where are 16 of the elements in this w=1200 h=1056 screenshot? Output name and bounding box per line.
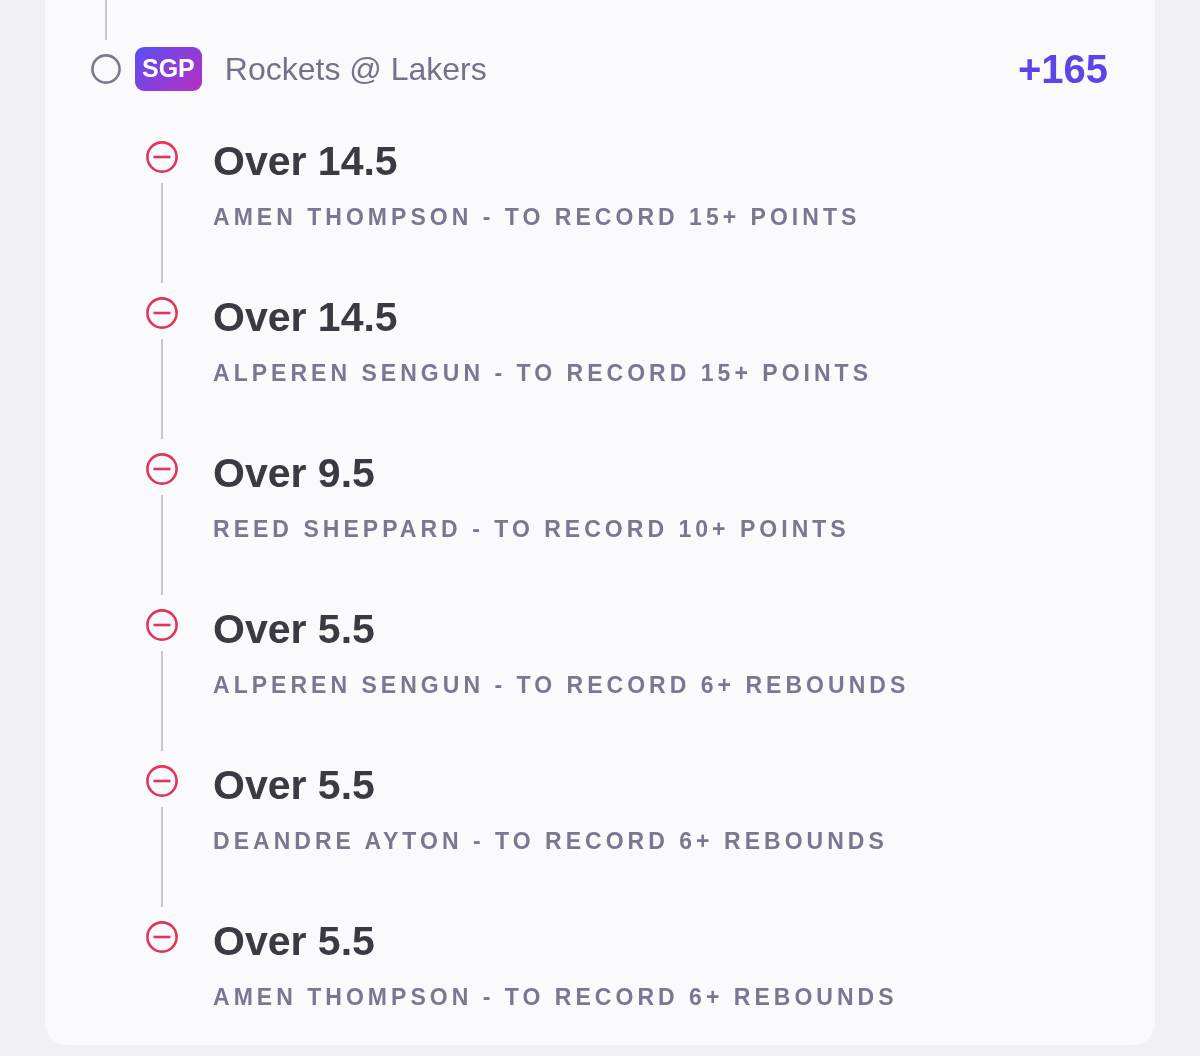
timeline-line	[105, 0, 107, 40]
leg-description: ALPEREN SENGUN - TO RECORD 6+ REBOUNDS	[213, 672, 910, 698]
game-title: Rockets @ Lakers	[224, 50, 487, 89]
leg-title: Over 5.5	[213, 920, 375, 962]
leg-title: Over 5.5	[213, 608, 375, 650]
leg-description: REED SHEPPARD - TO RECORD 10+ POINTS	[213, 516, 850, 542]
leg-title: Over 14.5	[213, 140, 398, 182]
odds-text: +165	[1017, 47, 1108, 91]
leg-description: AMEN THOMPSON - TO RECORD 15+ POINTS	[213, 204, 861, 230]
leg-description: AMEN THOMPSON - TO RECORD 6+ REBOUNDS	[213, 984, 898, 1010]
badge: SGP	[135, 47, 202, 91]
leg-title: Over 5.5	[213, 764, 375, 806]
leg-description: DEANDRE AYTON - TO RECORD 6+ REBOUNDS	[213, 828, 888, 854]
leg-title: Over 14.5	[213, 296, 398, 338]
leg-description: ALPEREN SENGUN - TO RECORD 15+ POINTS	[213, 360, 873, 386]
leg-title: Over 9.5	[213, 452, 375, 494]
